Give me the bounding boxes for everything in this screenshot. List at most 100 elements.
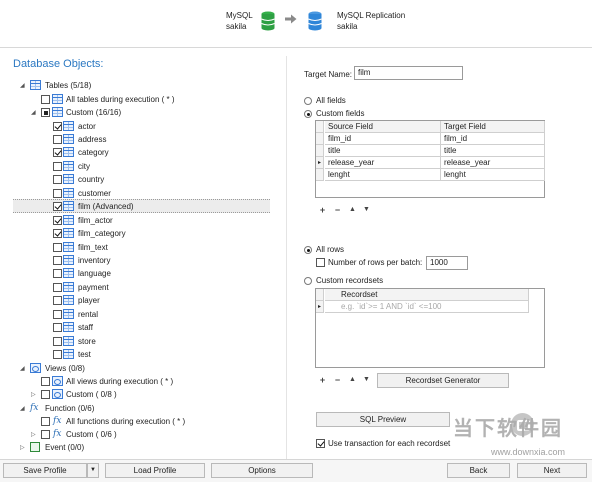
tree-item-table[interactable]: film (Advanced) [0,200,280,213]
tree-item-table[interactable]: category [0,146,280,159]
options-button[interactable]: Options [211,463,313,478]
tree-item-table[interactable]: inventory [0,254,280,267]
custom-tables-checkbox[interactable] [41,108,50,117]
field-mapping-grid[interactable]: Source Field Target Field film_id film_id ti… [315,120,545,198]
tree-item-table[interactable]: film_text [0,241,280,254]
target-name-input[interactable]: film [354,66,463,80]
add-recordset-icon[interactable]: + [318,375,327,385]
row-selector[interactable] [316,169,324,181]
custom-recordsets-radio[interactable] [304,277,312,285]
row-selector[interactable] [316,145,324,157]
move-down-icon[interactable]: ▼ [362,205,371,215]
source-field-cell[interactable]: title [325,145,441,157]
target-field-cell[interactable]: lenght [441,169,545,181]
collapse-arrow-icon[interactable]: ◢ [31,110,37,116]
table-checkbox[interactable] [53,309,62,319]
tree-item-table[interactable]: country [0,173,280,186]
tree-node-custom-tables[interactable]: ◢ Custom (16/16) [0,106,280,119]
tree-item-table[interactable]: address [0,133,280,146]
tree-node-custom-views[interactable]: ▷ Custom ( 0/8 ) [0,388,280,401]
table-checkbox[interactable] [53,148,62,158]
source-field-cell[interactable]: film_id [325,133,441,145]
tree-item-table[interactable]: city [0,160,280,173]
table-checkbox[interactable] [53,350,62,360]
move-up-icon[interactable]: ▲ [348,205,357,215]
row-selector[interactable] [316,133,324,145]
recordset-up-icon[interactable]: ▲ [348,375,357,385]
target-field-cell[interactable]: title [441,145,545,157]
next-button[interactable]: Next [517,463,587,478]
all-functions-checkbox[interactable] [41,417,50,426]
table-icon [63,160,74,171]
custom-fields-radio[interactable] [304,110,312,118]
expand-arrow-icon[interactable]: ▷ [31,432,37,438]
tree-node-tables[interactable]: ◢ Tables (5/18) [0,79,280,92]
tree-item-table[interactable]: player [0,294,280,307]
rows-per-batch-input[interactable]: 1000 [426,256,468,270]
table-checkbox[interactable] [53,121,62,131]
table-checkbox[interactable] [53,336,62,346]
rows-per-batch-checkbox[interactable] [316,258,325,267]
target-field-cell[interactable]: film_id [441,133,545,145]
table-checkbox[interactable] [53,161,62,171]
load-profile-button[interactable]: Load Profile [105,463,205,478]
table-checkbox[interactable] [53,296,62,306]
use-transaction-checkbox[interactable] [316,439,325,448]
table-checkbox[interactable] [53,229,62,239]
table-checkbox[interactable] [53,323,62,333]
tree-item-table[interactable]: actor [0,120,280,133]
row-pointer-icon[interactable]: ▸ [316,157,324,169]
sql-preview-button[interactable]: SQL Preview [316,412,450,427]
recordset-grid[interactable]: Recordset ▸ e.g. `id`>= 1 AND `id` <=100 [315,288,545,368]
all-fields-radio[interactable] [304,97,312,105]
remove-recordset-icon[interactable]: − [333,375,342,385]
tree-item-table[interactable]: rental [0,308,280,321]
tree-item-table[interactable]: staff [0,321,280,334]
tree-item-table[interactable]: payment [0,281,280,294]
tree-node-custom-functions[interactable]: ▷ fx Custom ( 0/6 ) [0,428,280,441]
tree-node-all-functions[interactable]: fx All functions during execution ( * ) [0,415,280,428]
collapse-arrow-icon[interactable]: ◢ [20,83,26,89]
tree-node-views[interactable]: ◢ Views (0/8) [0,362,280,375]
recordset-header-corner [316,289,324,301]
all-tables-checkbox[interactable] [41,95,50,104]
table-checkbox[interactable] [53,269,62,279]
add-field-icon[interactable]: + [318,205,327,215]
target-field-cell[interactable]: release_year [441,157,545,169]
all-views-checkbox[interactable] [41,377,50,386]
table-checkbox[interactable] [53,175,62,185]
tree-item-table[interactable]: store [0,335,280,348]
save-profile-dropdown-icon[interactable]: ▼ [87,463,99,478]
collapse-arrow-icon[interactable]: ◢ [20,366,26,372]
custom-views-checkbox[interactable] [41,390,50,399]
table-checkbox[interactable] [53,202,62,212]
tree-node-events[interactable]: ▷ Event (0/0) [0,441,280,454]
save-profile-button[interactable]: Save Profile [3,463,87,478]
table-checkbox[interactable] [53,134,62,144]
table-checkbox[interactable] [53,215,62,225]
expand-arrow-icon[interactable]: ▷ [31,392,37,398]
source-field-cell[interactable]: lenght [325,169,441,181]
tree-item-table[interactable]: language [0,267,280,280]
recordset-generator-button[interactable]: Recordset Generator [377,373,509,388]
collapse-arrow-icon[interactable]: ◢ [20,406,26,412]
recordset-down-icon[interactable]: ▼ [362,375,371,385]
tree-node-all-tables[interactable]: All tables during execution ( * ) [0,93,280,106]
recordset-placeholder[interactable]: e.g. `id`>= 1 AND `id` <=100 [325,301,529,313]
remove-field-icon[interactable]: − [333,205,342,215]
tree-node-all-views[interactable]: All views during execution ( * ) [0,375,280,388]
expand-arrow-icon[interactable]: ▷ [20,445,26,451]
table-checkbox[interactable] [53,242,62,252]
source-field-cell[interactable]: release_year [325,157,441,169]
tree-item-table[interactable]: customer [0,187,280,200]
back-button[interactable]: Back [447,463,510,478]
tree-node-functions[interactable]: ◢ fx Function (0/6) [0,402,280,415]
table-checkbox[interactable] [53,282,62,292]
all-rows-radio[interactable] [304,246,312,254]
tree-item-table[interactable]: film_actor [0,214,280,227]
tree-item-table[interactable]: test [0,348,280,361]
table-checkbox[interactable] [53,188,62,198]
custom-functions-checkbox[interactable] [41,430,50,439]
table-checkbox[interactable] [53,256,62,265]
tree-item-table[interactable]: film_category [0,227,280,240]
